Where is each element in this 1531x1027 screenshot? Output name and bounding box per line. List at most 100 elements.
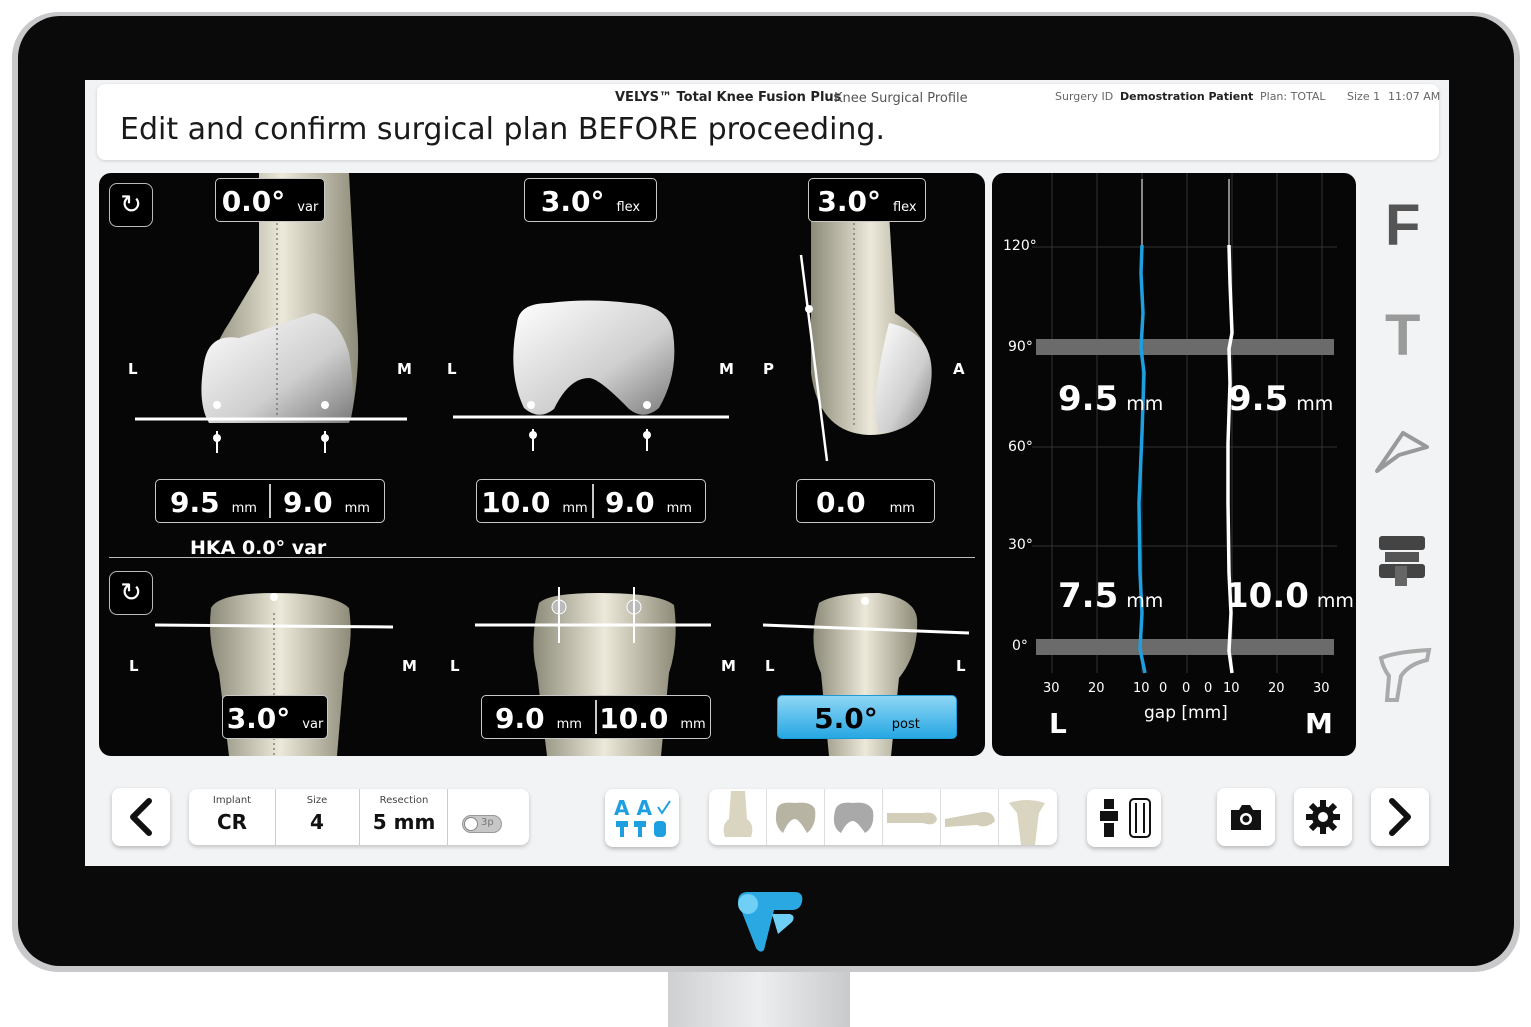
tibia-resection-box[interactable]: 9.0 mm 10.0 mm [481,695,711,739]
posterior-label: P [763,360,774,378]
flexion-band [1036,339,1334,355]
unit: mm [1316,590,1354,612]
flexion-gap-lateral: 9.5 mm [1058,379,1163,419]
femur-axial-angle: 3.0° [540,185,605,218]
angle-tick: 30° [1008,537,1033,553]
tibia-coronal-angle: 3.0° [226,702,291,735]
medial-label: M [719,360,734,378]
unit: mm [231,501,257,516]
unit: mm [1296,393,1334,415]
header-bar: VELYS™ Total Knee Fusion Plus Knee Surgi… [97,84,1440,160]
resection-value: 5 mm [372,810,436,834]
unit: mm [556,717,582,732]
header-size: Size 1 [1347,90,1381,103]
limb-alignment-icon [1100,798,1151,838]
view-tibia-coronal[interactable] [999,789,1057,845]
back-button[interactable] [112,788,170,846]
femur-sagittal-angle-box[interactable]: 3.0° flex [808,178,926,222]
x-tick: 0 [1182,681,1191,696]
view-femur-axial[interactable] [767,789,825,845]
view-implant-axial[interactable] [825,789,883,845]
tibia-step-button[interactable]: T [1385,302,1420,369]
medial-label: M [721,657,736,675]
lateral-label: L [447,360,457,378]
resection-lateral: 9.0 [495,702,545,735]
view-femur-coronal[interactable] [709,789,767,845]
resection-selector[interactable]: Resection 5 mm [359,789,449,845]
ligament-balance-icon[interactable] [1373,425,1433,475]
femur-axial-angle-box[interactable]: 3.0° flex [524,178,657,222]
value: 9.5 [1228,379,1289,419]
lateral-label: L [956,657,966,675]
resection-medial: 9.0 [283,486,333,519]
angle-unit: flex [892,200,917,215]
planning-panel: ↻ ↻ 0.0° var 3.0° flex 3.0° flex L M L M… [99,173,985,756]
gap-chart [1032,173,1337,674]
resection-lateral: 10.0 [481,486,551,519]
femur-axial-resection-box[interactable]: 10.0 mm 9.0 mm [476,479,706,523]
trial-components-icon[interactable] [1377,532,1427,590]
surgery-id-label: Surgery ID [1055,90,1114,103]
tibia-coronal-angle-box[interactable]: 3.0° var [222,695,328,739]
unit: mm [562,501,588,516]
extension-gap-lateral: 7.5 mm [1058,576,1163,616]
angle-unit: var [297,200,319,215]
lateral-label: L [128,360,138,378]
unit: mm [1126,393,1164,415]
implant-stem-icon[interactable] [1375,646,1433,704]
femur-sagittal-resection-box[interactable]: 0.0 mm [796,479,935,523]
limb-view-button[interactable] [1087,789,1161,847]
femur-sagittal-view [799,213,932,462]
view-tibia-sagittal[interactable] [941,789,999,845]
femur-coronal-angle-box[interactable]: 0.0° var [215,178,325,222]
tibia-slope-angle: 5.0° [814,702,878,735]
x-tick: 0 [1159,681,1168,696]
velys-logo [738,892,803,952]
screen: VELYS™ Total Knee Fusion Plus Knee Surgi… [85,80,1449,866]
implant-type-selector[interactable]: Implant CR [189,789,275,845]
anatomic-landmarks-button[interactable]: A A [605,789,679,847]
x-tick: 30 [1313,681,1330,696]
femur-coronal-resection-box[interactable]: 9.5 mm 9.0 mm [155,479,385,523]
femur-coronal-angle: 0.0° [221,185,286,218]
x-tick: 10 [1223,681,1240,696]
next-button[interactable] [1371,788,1429,846]
angle-unit: post [891,717,920,732]
resection-posterior: 0.0 [816,486,866,519]
medial-label: M [397,360,412,378]
unit: mm [1126,590,1164,612]
screenshot-button[interactable] [1217,788,1275,846]
medial-side-label: M [1305,707,1333,740]
reset-icon: ↻ [120,578,142,608]
anterior-label: A [953,360,965,378]
x-tick: 20 [1088,681,1105,696]
implant-value: CR [216,810,248,834]
tibia-slope-box-selected[interactable]: 5.0° post [777,695,957,739]
view-femur-sagittal[interactable] [883,789,941,845]
implant-settings: Implant CR Size 4 Resection 5 mm 3p [189,789,529,845]
lateral-label: L [129,657,139,675]
femur-axial-thumb-icon [775,802,816,833]
lateral-side-label: L [1049,707,1067,740]
angle-tick: 90° [1008,339,1033,355]
size-selector[interactable]: Size 4 [275,789,359,845]
toggle-text: 3p [481,817,494,828]
patient-name: Demostration Patient [1120,90,1254,103]
implant-label: Implant [212,795,252,806]
reset-femur-button[interactable]: ↻ [109,183,153,227]
gap-x-axis-label: gap [mm] [1144,703,1228,723]
tibia-sagittal-thumb-icon [945,812,995,827]
settings-button[interactable] [1294,788,1352,846]
reset-tibia-button[interactable]: ↻ [109,571,153,615]
product-name: VELYS™ Total Knee Fusion Plus [615,90,842,105]
reset-icon: ↻ [120,190,142,220]
surgical-profile: Knee Surgical Profile [834,91,968,106]
svg-text:A A: A A [614,796,652,820]
femur-tibia-divider [109,557,975,558]
x-tick: 0 [1204,681,1213,696]
femur-step-button[interactable]: F [1385,192,1420,259]
extension-gap-medial: 10.0 mm [1225,576,1354,616]
bone-renderings [135,173,970,756]
resection-toggle[interactable]: 3p [462,815,502,833]
resection-label: Resection [379,795,429,806]
